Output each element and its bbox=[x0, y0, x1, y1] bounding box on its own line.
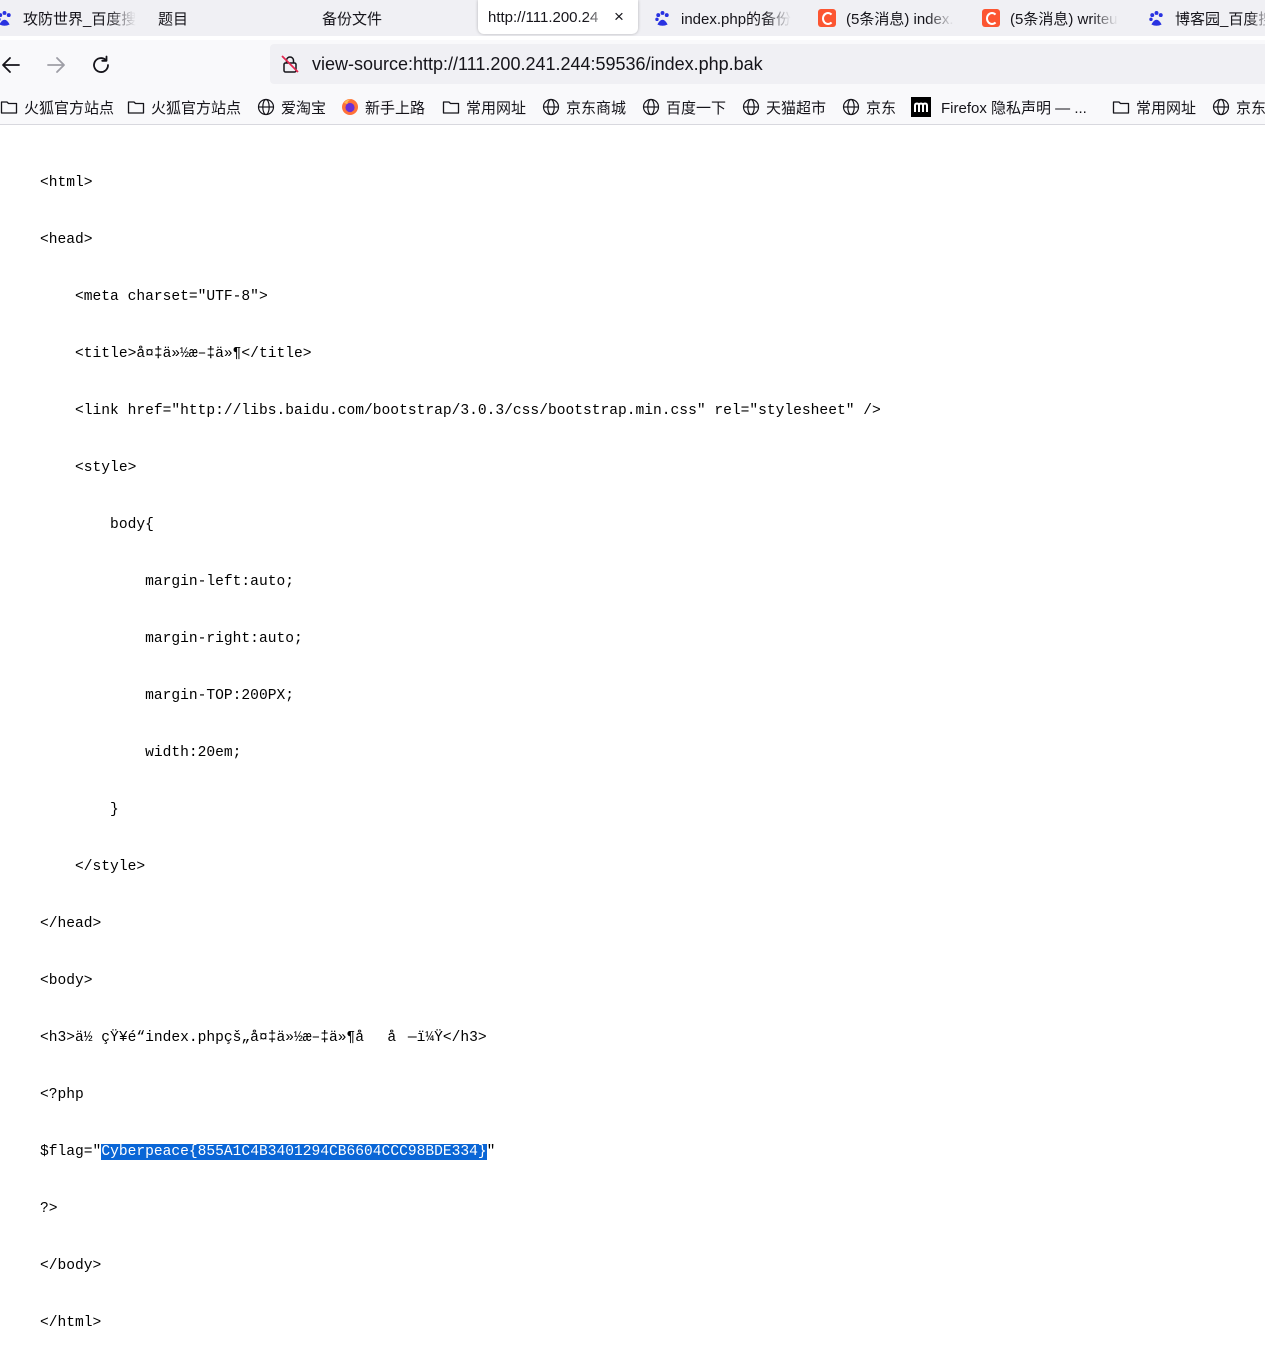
bookmark-link[interactable]: 京东 bbox=[1212, 90, 1265, 124]
bookmarks-toolbar: 火狐官方站点 火狐官方站点 爱淘宝 新手上路 常用网址 京东商城 百度一下 天猫… bbox=[0, 90, 1265, 125]
csdn-icon bbox=[818, 9, 836, 27]
tab-index-backup[interactable]: index.php的备份 bbox=[654, 0, 794, 36]
baidu-paw-icon bbox=[1149, 10, 1163, 26]
bookmark-label: 天猫超市 bbox=[766, 99, 827, 117]
bookmark-folder[interactable]: 常用网址 bbox=[442, 90, 526, 124]
bookmark-link[interactable]: 京东 bbox=[842, 90, 896, 124]
source-line: <style> bbox=[40, 460, 137, 476]
page-source-view[interactable]: <html> <head> <meta charset="UTF-8"> <ti… bbox=[40, 136, 1260, 1352]
bookmark-label: 爱淘宝 bbox=[281, 99, 327, 117]
globe-icon bbox=[742, 98, 760, 116]
tab-label: 备份文件 bbox=[322, 10, 383, 28]
folder-icon bbox=[0, 101, 18, 114]
source-line: } bbox=[40, 802, 119, 818]
bookmark-link[interactable]: 天猫超市 bbox=[742, 90, 826, 124]
bookmark-link[interactable]: 京东商城 bbox=[542, 90, 626, 124]
bookmark-link[interactable]: 新手上路 bbox=[341, 90, 425, 124]
source-line: <html> bbox=[40, 175, 93, 191]
tab-label: 攻防世界_百度搜 bbox=[23, 10, 136, 28]
tab-problem[interactable]: 题目 bbox=[158, 0, 298, 36]
source-line: <?php bbox=[40, 1087, 84, 1103]
tab-label: 博客园_百度搜 bbox=[1175, 10, 1265, 28]
bookmark-label: 百度一下 bbox=[666, 99, 727, 117]
baidu-paw-icon bbox=[655, 10, 669, 26]
csdn-icon bbox=[982, 9, 1000, 27]
source-line: width:20em; bbox=[40, 745, 242, 761]
tab-label: (5条消息) index. bbox=[846, 10, 954, 28]
folder-icon bbox=[127, 101, 145, 114]
bookmark-label: 京东 bbox=[1236, 99, 1265, 117]
source-line: margin-left:auto; bbox=[40, 574, 294, 590]
source-line: </html> bbox=[40, 1315, 102, 1331]
firefox-icon bbox=[342, 99, 358, 115]
tab-backup-file[interactable]: 备份文件 bbox=[322, 0, 462, 36]
url-text[interactable]: view-source:http://111.200.241.244:59536… bbox=[312, 54, 763, 75]
flag-prefix: $flag=" bbox=[40, 1144, 102, 1160]
bookmark-label: Firefox 隐私声明 — ... bbox=[941, 99, 1087, 117]
globe-icon bbox=[842, 98, 860, 116]
tab-cnblogs-search[interactable]: 博客园_百度搜 bbox=[1148, 0, 1265, 36]
globe-icon bbox=[257, 98, 275, 116]
source-line: <meta charset="UTF-8"> bbox=[40, 289, 268, 305]
tab-label: index.php的备份 bbox=[681, 10, 792, 28]
mozilla-m-icon bbox=[911, 97, 931, 117]
folder-icon bbox=[1112, 101, 1130, 114]
source-line[interactable]: <link href="http://libs.baidu.com/bootst… bbox=[40, 402, 1260, 421]
tab-csdn-writeup[interactable]: (5条消息) writeu bbox=[982, 0, 1122, 36]
insecure-lock-icon[interactable] bbox=[280, 54, 300, 74]
flag-suffix: " bbox=[486, 1144, 496, 1160]
forward-icon[interactable] bbox=[45, 54, 67, 76]
bookmark-label: 常用网址 bbox=[466, 99, 527, 117]
bookmark-folder[interactable]: 常用网址 bbox=[1112, 90, 1196, 124]
source-line: </body> bbox=[40, 1258, 102, 1274]
source-line: <body> bbox=[40, 973, 93, 989]
source-line: ?> bbox=[40, 1201, 58, 1217]
tab-label: 题目 bbox=[158, 10, 189, 28]
bookmark-link[interactable]: Firefox 隐私声明 — ... bbox=[911, 90, 1087, 124]
source-line: </style> bbox=[40, 859, 146, 875]
bookmark-label: 火狐官方站点 bbox=[24, 99, 115, 117]
source-line-flag: $flag="Cyberpeace{855A1C4B3401294CB6604C… bbox=[40, 1143, 1260, 1162]
globe-icon bbox=[642, 98, 660, 116]
tab-label: http://111.200.24 bbox=[488, 8, 599, 26]
bookmark-label: 京东商城 bbox=[566, 99, 627, 117]
bookmark-label: 常用网址 bbox=[1136, 99, 1197, 117]
baidu-paw-icon bbox=[0, 10, 11, 26]
tab-label: (5条消息) writeu bbox=[1010, 10, 1118, 28]
bookmark-label: 京东 bbox=[866, 99, 897, 117]
bookmark-folder[interactable]: 火狐官方站点 bbox=[127, 90, 241, 124]
bookmark-link[interactable]: 百度一下 bbox=[642, 90, 726, 124]
tab-baidu-search[interactable]: 攻防世界_百度搜 bbox=[0, 0, 136, 36]
source-line: margin-TOP:200PX; bbox=[40, 688, 294, 704]
tab-strip: 攻防世界_百度搜 题目 备份文件 http://111.200.24 × ind… bbox=[0, 0, 1265, 36]
bookmark-label: 火狐官方站点 bbox=[151, 99, 242, 117]
globe-icon bbox=[542, 98, 560, 116]
source-line: body{ bbox=[40, 517, 154, 533]
folder-icon bbox=[442, 101, 460, 114]
close-tab-icon[interactable]: × bbox=[614, 7, 624, 27]
navigation-toolbar: view-source:http://111.200.241.244:59536… bbox=[0, 40, 1265, 90]
source-line: </head> bbox=[40, 916, 102, 932]
source-line: <head> bbox=[40, 232, 93, 248]
address-bar[interactable]: view-source:http://111.200.241.244:59536… bbox=[270, 44, 1265, 84]
source-line: <h3>ä½ çŸ¥é“index.phpçš„å¤‡ä»½æ–‡ä»¶åå… bbox=[40, 1030, 487, 1046]
bookmark-label: 新手上路 bbox=[365, 99, 426, 117]
bookmark-folder[interactable]: 火狐官方站点 bbox=[0, 90, 114, 124]
tab-active-source[interactable]: http://111.200.24 × bbox=[478, 0, 638, 34]
back-icon[interactable] bbox=[0, 54, 22, 76]
globe-icon bbox=[1212, 98, 1230, 116]
tab-csdn-index[interactable]: (5条消息) index. bbox=[818, 0, 958, 36]
reload-icon[interactable] bbox=[90, 54, 112, 76]
source-line: <title>å¤‡ä»½æ–‡ä»¶</title> bbox=[40, 346, 312, 362]
flag-selected-text[interactable]: Cyberpeace{855A1C4B3401294CB6604CCC98BDE… bbox=[101, 1144, 487, 1160]
bookmark-link[interactable]: 爱淘宝 bbox=[257, 90, 326, 124]
source-line: margin-right:auto; bbox=[40, 631, 303, 647]
